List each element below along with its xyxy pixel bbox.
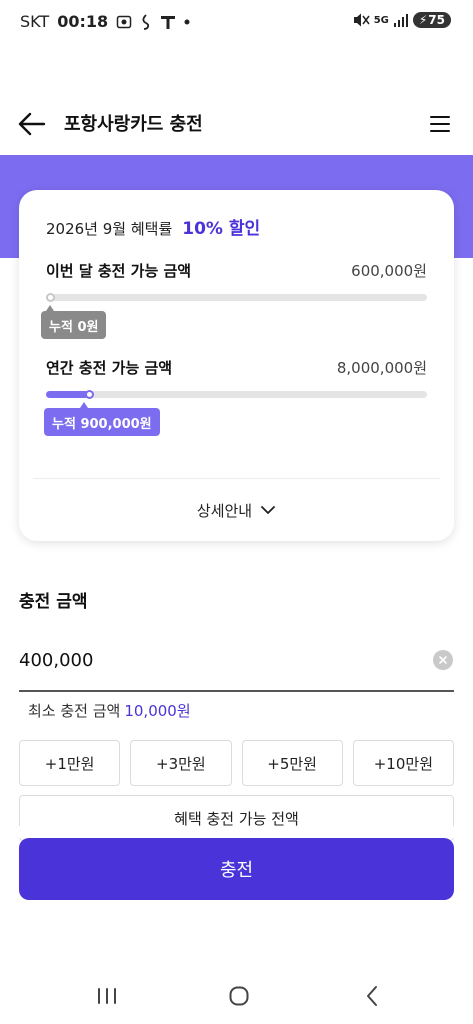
nav-back-button[interactable] <box>358 982 386 1010</box>
recent-apps-icon <box>98 988 116 1004</box>
annual-progress-fill <box>46 391 89 398</box>
benefit-label: 2026년 9월 혜택률 <box>46 220 173 238</box>
detail-info-button[interactable]: 상세안내 <box>19 490 454 530</box>
signal-icon <box>393 13 409 27</box>
benefit-rate: 10% 할인 <box>182 219 261 239</box>
tag-pointer <box>46 305 54 311</box>
amount-field <box>19 640 454 692</box>
back-button[interactable] <box>16 108 48 140</box>
screen-record-icon <box>116 14 132 30</box>
benefit-info: 2026년 9월 혜택률 10% 할인 <box>46 214 260 239</box>
annual-limit-value: 8,000,000원 <box>336 359 427 377</box>
battery-bolt-icon: ⚡ <box>418 13 428 27</box>
status-right: 5G ⚡ 75 <box>352 12 451 28</box>
annual-progress-marker <box>84 390 94 399</box>
charge-button[interactable]: 충전 <box>19 838 454 900</box>
monthly-limit-row: 이번 달 충전 가능 금액 600,000원 <box>46 260 427 281</box>
close-icon <box>439 656 447 664</box>
arrow-left-icon <box>18 112 46 136</box>
monthly-progress-marker <box>46 293 55 302</box>
monthly-limit-value: 600,000원 <box>351 262 427 280</box>
monthly-limit-title: 이번 달 충전 가능 금액 <box>46 262 192 280</box>
monthly-progress-bar <box>46 293 427 302</box>
dot-icon <box>184 19 190 25</box>
system-nav-bar <box>0 968 473 1024</box>
detail-info-label: 상세안내 <box>196 501 253 520</box>
battery-level: 75 <box>428 13 445 27</box>
min-charge-note: 최소 충전 금액 10,000원 <box>28 700 191 721</box>
menu-button[interactable] <box>428 112 452 136</box>
annual-limit-row: 연간 충전 가능 금액 8,000,000원 <box>46 357 427 378</box>
status-left: SKT 00:18 <box>20 12 190 31</box>
carrier-label: SKT <box>20 12 50 31</box>
amount-input[interactable] <box>19 640 419 680</box>
notification-icon <box>140 13 152 30</box>
charge-limit-card: 2026년 9월 혜택률 10% 할인 이번 달 충전 가능 금액 600,00… <box>19 190 454 541</box>
annual-accumulated-label: 누적 900,000원 <box>52 416 152 432</box>
status-bar: SKT 00:18 5G ⚡ 75 <box>0 0 473 48</box>
monthly-accumulated-label: 누적 0원 <box>49 319 99 335</box>
mute-icon <box>352 12 370 28</box>
hamburger-menu-icon <box>430 116 450 132</box>
min-charge-label: 최소 충전 금액 <box>28 702 121 720</box>
chevron-down-icon <box>261 506 275 514</box>
amount-section-title: 충전 금액 <box>19 592 88 612</box>
chevron-left-icon <box>367 986 377 1006</box>
home-icon <box>229 986 249 1006</box>
clock: 00:18 <box>57 12 109 31</box>
annual-progress-bar <box>46 390 427 399</box>
monthly-accumulated-tag: 누적 0원 <box>41 305 107 339</box>
min-charge-amount: 10,000원 <box>124 702 191 720</box>
annual-limit-title: 연간 충전 가능 금액 <box>46 359 173 377</box>
add-30000-button[interactable]: +3만원 <box>130 740 232 786</box>
recent-apps-button[interactable] <box>93 982 121 1010</box>
scroll-fade <box>0 826 473 838</box>
home-button[interactable] <box>225 982 253 1010</box>
card-divider <box>33 478 440 479</box>
charge-screen: SKT 00:18 5G ⚡ 75 포항사랑카드 충전 2026년 9월 혜택률… <box>0 0 473 1024</box>
tag-pointer <box>80 402 88 408</box>
annual-accumulated-tag: 누적 900,000원 <box>44 402 160 436</box>
add-50000-button[interactable]: +5만원 <box>241 740 343 786</box>
app-header: 포항사랑카드 충전 <box>0 96 473 152</box>
page-title: 포항사랑카드 충전 <box>64 114 203 135</box>
quick-amount-buttons: +1만원 +3만원 +5만원 +10만원 <box>19 740 454 786</box>
clear-button[interactable] <box>433 650 453 670</box>
add-100000-button[interactable]: +10만원 <box>352 740 454 786</box>
add-10000-button[interactable]: +1만원 <box>19 740 121 786</box>
battery-icon: ⚡ 75 <box>412 12 451 28</box>
t-app-icon <box>160 14 176 30</box>
network-label: 5G <box>373 14 389 26</box>
